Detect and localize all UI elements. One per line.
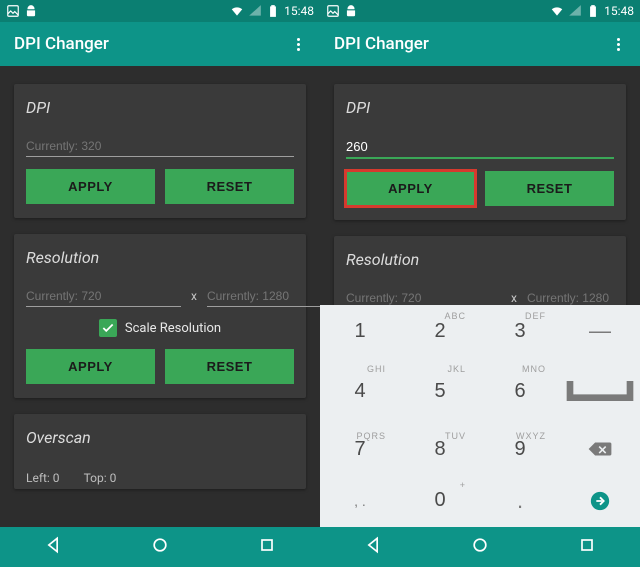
key-space[interactable] (560, 358, 640, 425)
key-1[interactable]: 1 (320, 305, 400, 358)
key-5[interactable]: 5JKL (400, 358, 480, 425)
status-bar: 15:48 (320, 0, 640, 22)
key-comma[interactable]: , . (320, 474, 400, 527)
image-icon (6, 4, 20, 18)
key-backspace[interactable] (560, 425, 640, 475)
battery-icon (586, 4, 600, 18)
resolution-reset-button[interactable]: RESET (165, 349, 294, 384)
key-enter[interactable] (560, 474, 640, 527)
android-icon (344, 4, 358, 18)
resolution-width-input[interactable] (26, 285, 181, 307)
back-button[interactable] (363, 535, 383, 559)
dpi-apply-button[interactable]: APPLY (26, 169, 155, 204)
key-4[interactable]: 4GHI (320, 358, 400, 425)
scale-resolution-label: Scale Resolution (125, 321, 221, 336)
dpi-title: DPI (26, 98, 294, 117)
scale-resolution-checkbox[interactable] (99, 319, 117, 337)
dpi-reset-button[interactable]: RESET (165, 169, 294, 204)
resolution-title: Resolution (346, 250, 614, 269)
dpi-card: DPI APPLY RESET (334, 84, 626, 220)
dpi-card: DPI APPLY RESET (14, 84, 306, 218)
app-title: DPI Changer (334, 34, 429, 54)
dpi-input[interactable] (26, 135, 294, 157)
overscan-top-label: Top: 0 (84, 471, 117, 485)
key-2[interactable]: 2ABC (400, 305, 480, 358)
overflow-menu-button[interactable] (611, 32, 626, 57)
app-bar: DPI Changer (320, 22, 640, 66)
signal-icon (248, 4, 262, 18)
home-button[interactable] (150, 535, 170, 559)
dpi-apply-button[interactable]: APPLY (346, 171, 475, 206)
overscan-card: Overscan Left: 0 Top: 0 (14, 414, 306, 489)
nav-bar (0, 527, 320, 567)
dpi-input[interactable] (346, 135, 614, 159)
resolution-title: Resolution (26, 248, 294, 267)
key-8[interactable]: 8TUV (400, 425, 480, 475)
wifi-icon (230, 4, 244, 18)
android-icon (24, 4, 38, 18)
resolution-apply-button[interactable]: APPLY (26, 349, 155, 384)
key-3[interactable]: 3DEF (480, 305, 560, 358)
app-bar: DPI Changer (0, 22, 320, 66)
image-icon (326, 4, 340, 18)
times-label: x (511, 291, 517, 305)
key-9[interactable]: 9WXYZ (480, 425, 560, 475)
dpi-reset-button[interactable]: RESET (485, 171, 614, 206)
home-button[interactable] (470, 535, 490, 559)
dpi-title: DPI (346, 98, 614, 117)
screen-left: 15:48 DPI Changer DPI APPLY RESET Resolu… (0, 0, 320, 567)
signal-icon (568, 4, 582, 18)
back-button[interactable] (43, 535, 63, 559)
key-dot[interactable]: . (480, 474, 560, 527)
nav-bar (320, 527, 640, 567)
overscan-left-label: Left: 0 (26, 471, 60, 485)
clock: 15:48 (284, 4, 314, 18)
numeric-keyboard: 1 2ABC 3DEF — 4GHI 5JKL 6MNO 7PQRS 8TUV … (320, 305, 640, 527)
screen-right: 15:48 DPI Changer DPI APPLY RESET Resolu… (320, 0, 640, 567)
recents-button[interactable] (257, 535, 277, 559)
content-area: DPI APPLY RESET Resolution x Scale Resol… (0, 66, 320, 527)
recents-button[interactable] (577, 535, 597, 559)
wifi-icon (550, 4, 564, 18)
overflow-menu-button[interactable] (291, 32, 306, 57)
times-label: x (191, 289, 197, 303)
key-0[interactable]: 0+ (400, 474, 480, 527)
resolution-height-input[interactable] (207, 285, 320, 307)
resolution-card: Resolution x Scale Resolution APPLY RESE… (14, 234, 306, 398)
key-7[interactable]: 7PQRS (320, 425, 400, 475)
key-dash[interactable]: — (560, 305, 640, 358)
status-bar: 15:48 (0, 0, 320, 22)
overscan-title: Overscan (26, 428, 294, 447)
app-title: DPI Changer (14, 34, 109, 54)
key-6[interactable]: 6MNO (480, 358, 560, 425)
battery-icon (266, 4, 280, 18)
clock: 15:48 (604, 4, 634, 18)
